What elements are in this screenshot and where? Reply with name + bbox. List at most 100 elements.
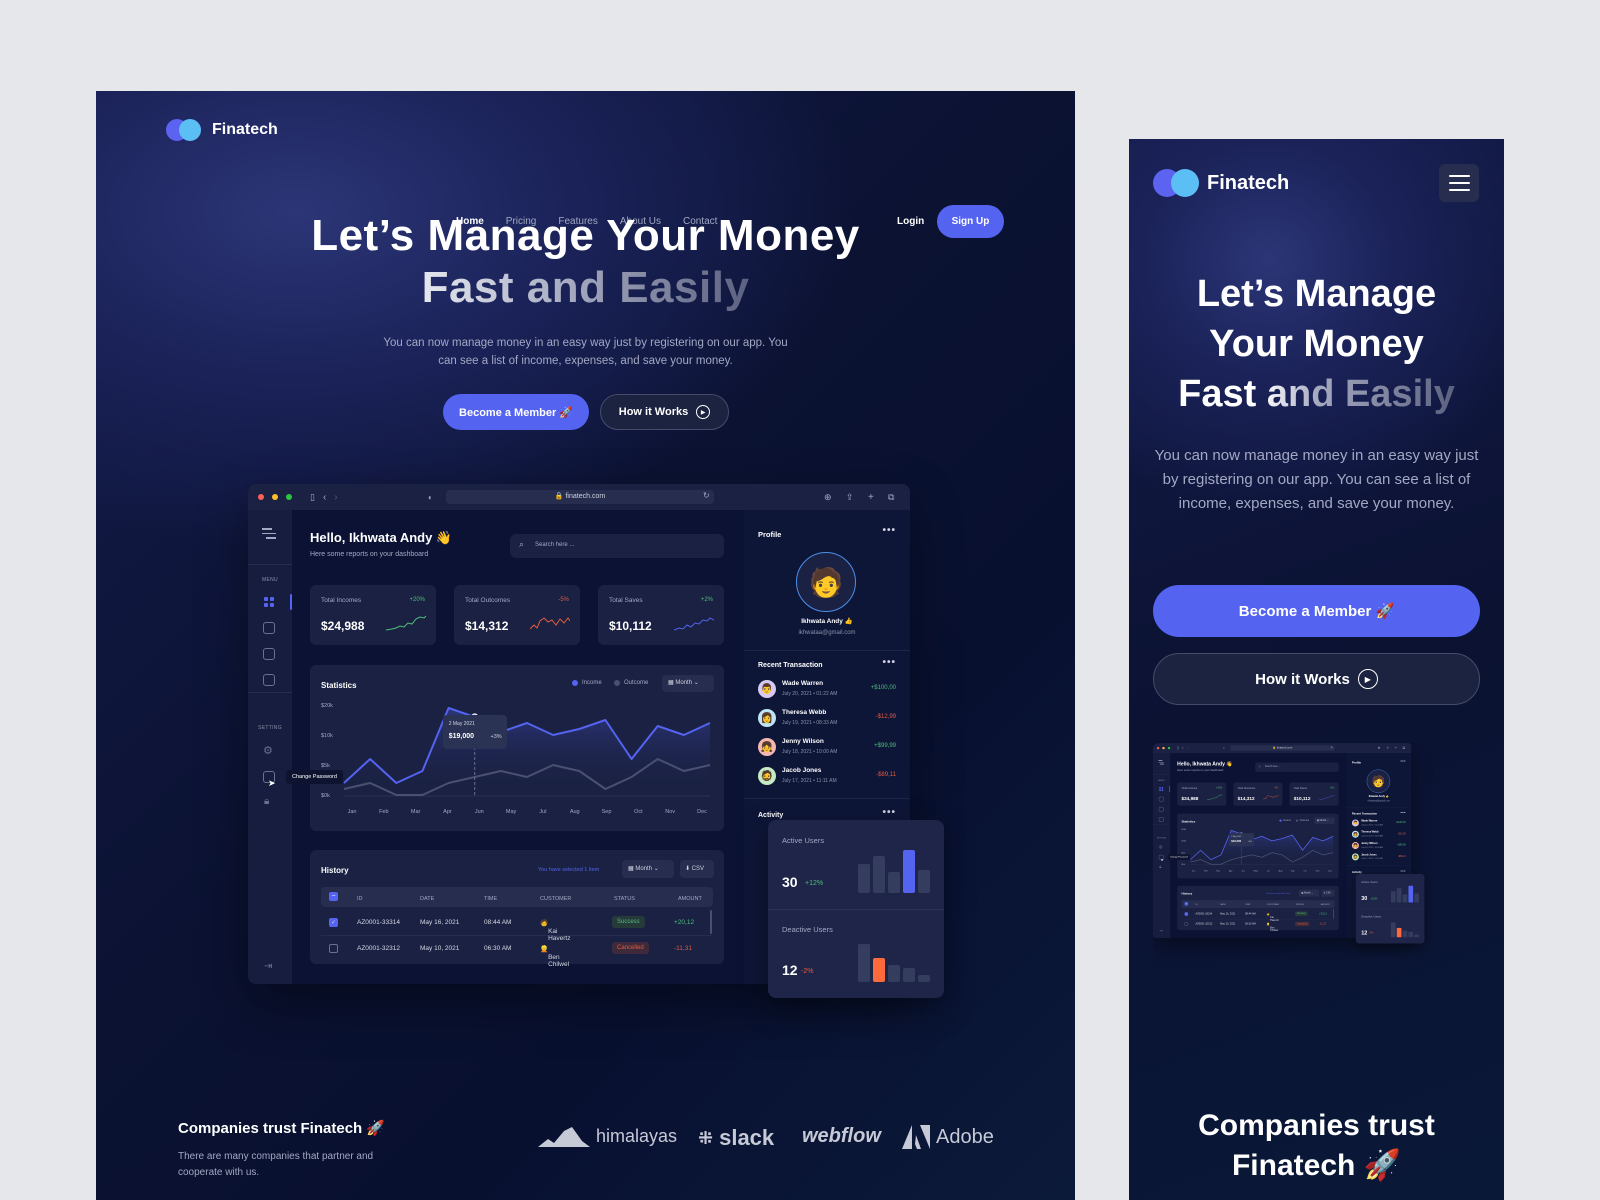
change-password-tooltip: Change Password <box>286 770 343 784</box>
recent-more-icon[interactable]: ••• <box>882 657 896 668</box>
statistics-card: Statistics Income Outcome ▦ Month ⌄ $0k $… <box>310 665 724 831</box>
transaction-item[interactable]: 🧔 Jacob Jones July 17, 2021 • 11:11 AM -… <box>758 765 896 793</box>
stat-card-saves: Total Saves +2% $10,112 <box>598 585 724 645</box>
legend-outcome[interactable]: Outcome <box>614 680 648 686</box>
preview-x-tick-label: Jul <box>1267 870 1270 872</box>
hamburger-menu-button[interactable] <box>1439 164 1479 202</box>
preview-table-scrollbar <box>1333 909 1334 919</box>
activity-card: Active Users 30 +12% Deactive Users 12 -… <box>768 820 944 998</box>
logout-icon[interactable]: ⇥ <box>264 961 272 972</box>
logo-icon <box>1153 169 1199 197</box>
transaction-item[interactable]: 👨 Wade Warren July 20, 2021 • 01:22 AM +… <box>758 678 896 706</box>
browser-toolbar: ▯ ‹ › ◐ 🔒 finatech.com ↻ ⊕ ⇪ + ⧉ <box>248 484 910 510</box>
folder-icon[interactable] <box>263 674 275 686</box>
forward-icon[interactable]: › <box>334 492 337 503</box>
period-select[interactable]: ▦ Month ⌄ <box>662 675 714 692</box>
preview-wallet-icon <box>1158 806 1164 812</box>
shield-icon: ◐ <box>428 492 433 502</box>
preview-bar <box>1414 934 1419 938</box>
preview-maximize-dot <box>1167 746 1171 750</box>
preview-stat-card-saves: Total Saves +2% $10,112 <box>1289 782 1339 806</box>
mobile-hero-line3: Fast and Easily <box>1178 373 1455 415</box>
brand-logo[interactable]: Finatech <box>166 119 278 141</box>
preview-x-tick-label: Nov <box>1316 870 1321 872</box>
preview-lock-icon: 🔒︎ <box>1159 864 1162 869</box>
download-icon[interactable]: ⊕ <box>824 492 832 503</box>
reload-icon[interactable]: ↻ <box>703 491 710 500</box>
chart-icon[interactable] <box>263 622 275 634</box>
avatar: 👩 <box>758 709 776 727</box>
menu-toggle-icon[interactable] <box>262 528 276 539</box>
row-checkbox[interactable] <box>329 944 338 953</box>
table-scrollbar[interactable] <box>710 910 712 934</box>
close-dot[interactable] <box>258 494 264 500</box>
active-users-bars <box>858 848 932 893</box>
wallet-icon[interactable] <box>263 648 275 660</box>
dashboard-grid-icon[interactable] <box>264 597 274 607</box>
deactive-users-label: Deactive Users <box>782 925 833 934</box>
deactive-users-value: 12 <box>782 962 798 978</box>
address-bar[interactable]: 🔒 finatech.com <box>446 490 714 504</box>
table-row[interactable]: ✓ AZ0001-33314 May 16, 2021 08:44 AM 🧑 K… <box>321 910 713 942</box>
csv-export-button[interactable]: ⬇ CSV <box>680 860 714 878</box>
tabs-icon[interactable]: ⧉ <box>888 492 894 503</box>
preview-browser-toolbar: ▯ ‹ › ◐ 🔒 finatech.com ↻ ⊕ ⇪ + ⧉ <box>1153 743 1412 754</box>
maximize-dot[interactable] <box>286 494 292 500</box>
preview-period-select: ▦ Month ⌄ <box>1314 817 1335 825</box>
preview-table-row: AZ0001-32312 May 10, 2021 06:30 AM 👱 Ben… <box>1181 919 1334 932</box>
brand-logo-mobile[interactable]: Finatech <box>1153 169 1289 197</box>
preview-x-tick-label: Aug <box>1279 869 1284 872</box>
minimize-dot[interactable] <box>272 494 278 500</box>
profile-email: ikhwataa@gmail.com <box>798 630 856 636</box>
mobile-landing-page: Finatech Let’s Manage Your Money Fast an… <box>1129 139 1504 1200</box>
back-icon[interactable]: ‹ <box>323 492 326 503</box>
avatar: 👧 <box>758 738 776 756</box>
x-tick-label: Mar <box>411 809 421 815</box>
mobile-dashboard-preview: ▯ ‹ › ◐ 🔒 finatech.com ↻ ⊕ ⇪ + ⧉ MENU SE… <box>1153 743 1478 983</box>
logo-slack: ⁜ slack <box>698 1125 775 1150</box>
preview-menu-section-label: MENU <box>1158 779 1165 782</box>
gear-icon[interactable]: ⚙ <box>263 744 273 757</box>
preview-legend-income: Income <box>1279 819 1291 822</box>
become-member-button[interactable]: Become a Member 🚀 <box>443 394 589 430</box>
mobile-trust-title-1: Companies trust <box>1198 1109 1435 1142</box>
preview-avatar: 👧 <box>1351 842 1359 850</box>
share-icon[interactable]: ⇪ <box>846 492 854 503</box>
preview-bar <box>1414 893 1419 903</box>
new-tab-icon[interactable]: + <box>868 492 874 503</box>
greeting-title: Hello, Ikhwata Andy 👋 <box>310 530 453 545</box>
how-it-works-button[interactable]: How it Works ▶ <box>600 394 729 430</box>
table-row[interactable]: AZ0001-32312 May 10, 2021 06:30 AM 👱 Ben… <box>321 936 713 968</box>
activity-more-icon[interactable]: ••• <box>882 807 896 818</box>
mobile-how-it-works-button[interactable]: How it Works ▶ <box>1153 653 1480 705</box>
history-title: History <box>321 866 349 875</box>
stat-card-outcomes: Total Outcomes -5% $14,312 <box>454 585 580 645</box>
bar <box>858 864 870 893</box>
preview-search-input: ⌕ Search here ... <box>1255 762 1339 772</box>
mobile-become-member-button[interactable]: Become a Member 🚀 <box>1153 585 1480 637</box>
sidebar-toggle-icon[interactable]: ▯ <box>310 492 315 503</box>
profile-more-icon[interactable]: ••• <box>882 525 896 536</box>
lock-icon[interactable]: 🔒︎ <box>264 796 269 807</box>
preview-deactive-users-bars <box>1390 920 1420 938</box>
preview-x-tick-label: Apr <box>1229 869 1233 872</box>
history-period-select[interactable]: ▦ Month ⌄ <box>622 860 674 878</box>
x-tick-label: Jan <box>348 809 357 815</box>
row-checkbox[interactable]: ✓ <box>329 918 338 927</box>
legend-income[interactable]: Income <box>572 680 602 686</box>
preview-bar <box>1408 931 1414 938</box>
logo-himalayas: himalayas <box>538 1125 677 1147</box>
search-input[interactable]: ⌕ Search here ... <box>510 534 724 558</box>
preview-logout-icon: ⇥ <box>1159 929 1163 934</box>
select-all-checkbox[interactable]: − <box>329 892 338 901</box>
transaction-item[interactable]: 👧 Jenny Wilson July 18, 2021 • 10:00 AM … <box>758 736 896 764</box>
preview-transaction-item: 👨 Wade Warren July 20, 2021 • 01:22 AM +… <box>1351 819 1406 827</box>
slack-icon: ⁜ <box>698 1127 714 1148</box>
x-tick-label: Sep <box>602 809 612 815</box>
preview-x-tick-label: Feb <box>1204 870 1208 872</box>
x-tick-label: May <box>506 809 517 815</box>
preview-statistics-card: Statistics Income Outcome ▦ Month ⌄ $0k $… <box>1177 813 1339 879</box>
preview-outcome-sparkline <box>1262 794 1279 800</box>
bar <box>888 872 900 893</box>
transaction-item[interactable]: 👩 Theresa Webb July 19, 2021 • 08:33 AM … <box>758 707 896 735</box>
